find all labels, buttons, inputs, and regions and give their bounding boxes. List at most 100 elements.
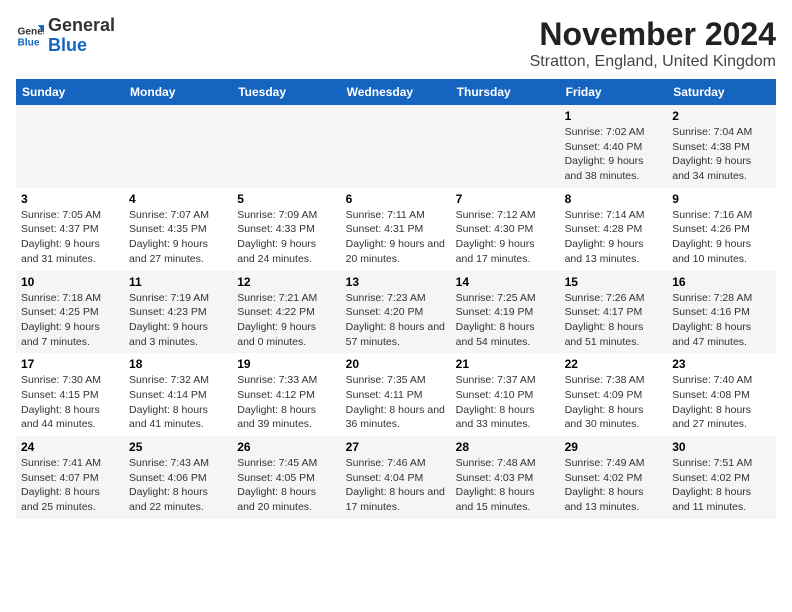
day-number: 14: [456, 275, 555, 289]
day-info: Sunrise: 7:02 AM Sunset: 4:40 PM Dayligh…: [565, 125, 663, 184]
day-info: Sunrise: 7:30 AM Sunset: 4:15 PM Dayligh…: [21, 373, 119, 432]
day-cell: 28 Sunrise: 7:48 AM Sunset: 4:03 PM Dayli…: [451, 436, 560, 519]
day-number: 8: [565, 192, 663, 206]
day-number: 9: [672, 192, 771, 206]
day-cell: 15 Sunrise: 7:26 AM Sunset: 4:17 PM Dayli…: [560, 271, 668, 354]
day-info: Sunrise: 7:37 AM Sunset: 4:10 PM Dayligh…: [456, 373, 555, 432]
day-cell: [341, 105, 451, 188]
day-cell: 22Sunrise: 7:38 AM Sunset: 4:09 PM Dayli…: [560, 353, 668, 436]
day-info: Sunrise: 7:18 AM Sunset: 4:25 PM Dayligh…: [21, 291, 119, 350]
day-cell: 23 Sunrise: 7:40 AM Sunset: 4:08 PM Dayli…: [667, 353, 776, 436]
day-number: 7: [456, 192, 555, 206]
day-cell: 25 Sunrise: 7:43 AM Sunset: 4:06 PM Dayli…: [124, 436, 232, 519]
svg-text:Blue: Blue: [18, 37, 40, 48]
day-cell: 2 Sunrise: 7:04 AM Sunset: 4:38 PM Daylig…: [667, 105, 776, 188]
day-cell: 13Sunrise: 7:23 AM Sunset: 4:20 PM Dayli…: [341, 271, 451, 354]
day-number: 23: [672, 357, 771, 371]
location: Stratton, England, United Kingdom: [530, 53, 776, 71]
day-info: Sunrise: 7:43 AM Sunset: 4:06 PM Dayligh…: [129, 456, 227, 515]
day-info: Sunrise: 7:05 AM Sunset: 4:37 PM Dayligh…: [21, 208, 119, 267]
day-info: Sunrise: 7:23 AM Sunset: 4:20 PM Dayligh…: [346, 291, 446, 350]
week-row-5: 24 Sunrise: 7:41 AM Sunset: 4:07 PM Dayli…: [16, 436, 776, 519]
day-info: Sunrise: 7:25 AM Sunset: 4:19 PM Dayligh…: [456, 291, 555, 350]
day-number: 19: [237, 357, 335, 371]
day-info: Sunrise: 7:19 AM Sunset: 4:23 PM Dayligh…: [129, 291, 227, 350]
day-cell: 18 Sunrise: 7:32 AM Sunset: 4:14 PM Dayli…: [124, 353, 232, 436]
day-cell: 1Sunrise: 7:02 AM Sunset: 4:40 PM Daylig…: [560, 105, 668, 188]
day-info: Sunrise: 7:12 AM Sunset: 4:30 PM Dayligh…: [456, 208, 555, 267]
day-cell: 16 Sunrise: 7:28 AM Sunset: 4:16 PM Dayli…: [667, 271, 776, 354]
day-number: 12: [237, 275, 335, 289]
day-cell: 19 Sunrise: 7:33 AM Sunset: 4:12 PM Dayli…: [232, 353, 340, 436]
page-header: General Blue General Blue November 2024 …: [16, 16, 776, 71]
day-cell: 10 Sunrise: 7:18 AM Sunset: 4:25 PM Dayli…: [16, 271, 124, 354]
day-number: 18: [129, 357, 227, 371]
day-cell: 20 Sunrise: 7:35 AM Sunset: 4:11 PM Dayli…: [341, 353, 451, 436]
day-info: Sunrise: 7:38 AM Sunset: 4:09 PM Dayligh…: [565, 373, 663, 432]
svg-text:General: General: [18, 26, 44, 37]
day-cell: 9 Sunrise: 7:16 AM Sunset: 4:26 PM Daylig…: [667, 188, 776, 271]
day-info: Sunrise: 7:16 AM Sunset: 4:26 PM Dayligh…: [672, 208, 771, 267]
day-number: 3: [21, 192, 119, 206]
header-sunday: Sunday: [16, 79, 124, 105]
day-info: Sunrise: 7:41 AM Sunset: 4:07 PM Dayligh…: [21, 456, 119, 515]
day-info: Sunrise: 7:11 AM Sunset: 4:31 PM Dayligh…: [346, 208, 446, 267]
day-info: Sunrise: 7:04 AM Sunset: 4:38 PM Dayligh…: [672, 125, 771, 184]
day-cell: [451, 105, 560, 188]
day-cell: 14 Sunrise: 7:25 AM Sunset: 4:19 PM Dayli…: [451, 271, 560, 354]
day-info: Sunrise: 7:48 AM Sunset: 4:03 PM Dayligh…: [456, 456, 555, 515]
logo-icon: General Blue: [16, 22, 44, 50]
day-info: Sunrise: 7:09 AM Sunset: 4:33 PM Dayligh…: [237, 208, 335, 267]
day-cell: 3 Sunrise: 7:05 AM Sunset: 4:37 PM Daylig…: [16, 188, 124, 271]
day-info: Sunrise: 7:51 AM Sunset: 4:02 PM Dayligh…: [672, 456, 771, 515]
day-info: Sunrise: 7:26 AM Sunset: 4:17 PM Dayligh…: [565, 291, 663, 350]
day-cell: 12 Sunrise: 7:21 AM Sunset: 4:22 PM Dayli…: [232, 271, 340, 354]
day-cell: 24 Sunrise: 7:41 AM Sunset: 4:07 PM Dayli…: [16, 436, 124, 519]
day-info: Sunrise: 7:33 AM Sunset: 4:12 PM Dayligh…: [237, 373, 335, 432]
day-cell: 8 Sunrise: 7:14 AM Sunset: 4:28 PM Daylig…: [560, 188, 668, 271]
day-number: 24: [21, 440, 119, 454]
day-cell: 30 Sunrise: 7:51 AM Sunset: 4:02 PM Dayli…: [667, 436, 776, 519]
day-cell: [16, 105, 124, 188]
header-thursday: Thursday: [451, 79, 560, 105]
day-number: 15: [565, 275, 663, 289]
header-monday: Monday: [124, 79, 232, 105]
header-saturday: Saturday: [667, 79, 776, 105]
week-row-2: 3 Sunrise: 7:05 AM Sunset: 4:37 PM Daylig…: [16, 188, 776, 271]
day-info: Sunrise: 7:07 AM Sunset: 4:35 PM Dayligh…: [129, 208, 227, 267]
day-number: 28: [456, 440, 555, 454]
header-tuesday: Tuesday: [232, 79, 340, 105]
day-number: 20: [346, 357, 446, 371]
day-info: Sunrise: 7:21 AM Sunset: 4:22 PM Dayligh…: [237, 291, 335, 350]
header-wednesday: Wednesday: [341, 79, 451, 105]
day-info: Sunrise: 7:28 AM Sunset: 4:16 PM Dayligh…: [672, 291, 771, 350]
day-number: 25: [129, 440, 227, 454]
day-info: Sunrise: 7:14 AM Sunset: 4:28 PM Dayligh…: [565, 208, 663, 267]
day-number: 16: [672, 275, 771, 289]
day-cell: 21Sunrise: 7:37 AM Sunset: 4:10 PM Dayli…: [451, 353, 560, 436]
header-friday: Friday: [560, 79, 668, 105]
week-row-4: 17 Sunrise: 7:30 AM Sunset: 4:15 PM Dayli…: [16, 353, 776, 436]
logo: General Blue General Blue: [16, 16, 115, 56]
day-cell: 6Sunrise: 7:11 AM Sunset: 4:31 PM Daylig…: [341, 188, 451, 271]
day-info: Sunrise: 7:32 AM Sunset: 4:14 PM Dayligh…: [129, 373, 227, 432]
calendar-table: SundayMondayTuesdayWednesdayThursdayFrid…: [16, 79, 776, 519]
day-cell: 7 Sunrise: 7:12 AM Sunset: 4:30 PM Daylig…: [451, 188, 560, 271]
day-number: 10: [21, 275, 119, 289]
day-cell: 11Sunrise: 7:19 AM Sunset: 4:23 PM Dayli…: [124, 271, 232, 354]
day-number: 17: [21, 357, 119, 371]
day-cell: 26Sunrise: 7:45 AM Sunset: 4:05 PM Dayli…: [232, 436, 340, 519]
day-cell: [232, 105, 340, 188]
day-info: Sunrise: 7:35 AM Sunset: 4:11 PM Dayligh…: [346, 373, 446, 432]
day-number: 27: [346, 440, 446, 454]
day-number: 30: [672, 440, 771, 454]
day-info: Sunrise: 7:40 AM Sunset: 4:08 PM Dayligh…: [672, 373, 771, 432]
week-row-1: 1Sunrise: 7:02 AM Sunset: 4:40 PM Daylig…: [16, 105, 776, 188]
day-cell: 29Sunrise: 7:49 AM Sunset: 4:02 PM Dayli…: [560, 436, 668, 519]
day-number: 2: [672, 109, 771, 123]
calendar-header: SundayMondayTuesdayWednesdayThursdayFrid…: [16, 79, 776, 105]
month-title: November 2024: [530, 16, 776, 53]
day-cell: 5Sunrise: 7:09 AM Sunset: 4:33 PM Daylig…: [232, 188, 340, 271]
title-block: November 2024 Stratton, England, United …: [530, 16, 776, 71]
day-info: Sunrise: 7:46 AM Sunset: 4:04 PM Dayligh…: [346, 456, 446, 515]
